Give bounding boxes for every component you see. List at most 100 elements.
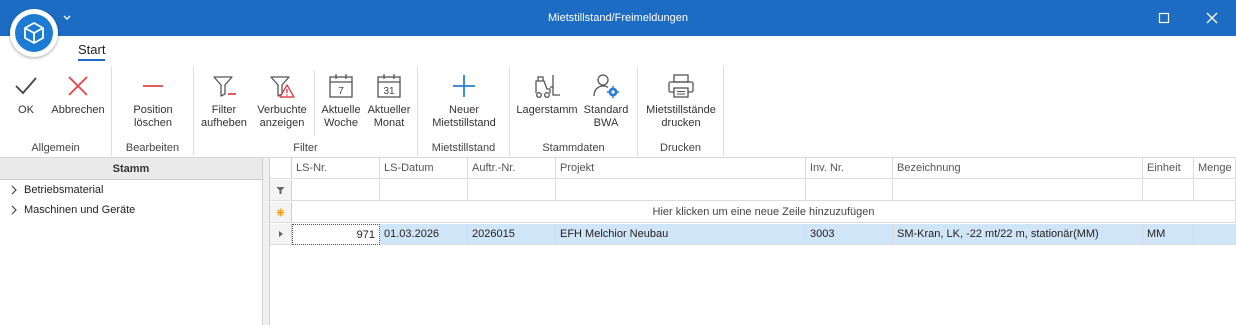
calendar-week-icon: 7 bbox=[329, 74, 353, 98]
cell-menge[interactable] bbox=[1194, 224, 1236, 245]
aktuelle-woche-button[interactable]: 7 Aktuelle Woche bbox=[318, 68, 364, 138]
panel-splitter[interactable] bbox=[263, 158, 270, 325]
cell-ls-nr[interactable]: 971 bbox=[292, 224, 380, 245]
minus-icon bbox=[143, 85, 163, 87]
filter-aufheben-button[interactable]: Filter aufheben bbox=[200, 68, 248, 138]
cell-projekt[interactable]: EFH Melchior Neubau bbox=[556, 224, 806, 245]
aktuelle-woche-label: Aktuelle Woche bbox=[321, 104, 361, 129]
aktueller-monat-button[interactable]: 31 Aktueller Monat bbox=[366, 68, 412, 138]
group-caption-filter: Filter bbox=[293, 142, 318, 154]
forklift-icon bbox=[535, 75, 560, 98]
checkmark-icon bbox=[15, 77, 37, 95]
header-indicator-cell bbox=[270, 158, 292, 179]
column-header-inv-nr[interactable]: Inv. Nr. bbox=[806, 158, 893, 179]
calendar-month-number: 31 bbox=[383, 86, 395, 97]
filter-indicator-cell bbox=[270, 180, 292, 201]
row-pointer-icon bbox=[278, 231, 283, 237]
cancel-x-icon bbox=[68, 76, 88, 96]
close-button[interactable] bbox=[1192, 0, 1232, 36]
data-grid: LS-Nr. LS-Datum Auftr.-Nr. Projekt Inv. … bbox=[270, 158, 1236, 325]
mietstillstaende-drucken-button[interactable]: Mietstillstände drucken bbox=[641, 68, 721, 138]
group-caption-drucken: Drucken bbox=[660, 142, 701, 154]
new-row-indicator-cell bbox=[270, 202, 292, 223]
verbuchte-anzeigen-label: Verbuchte anzeigen bbox=[257, 104, 307, 129]
stamm-panel: Stamm Betriebsmaterial Maschinen und Ger… bbox=[0, 158, 263, 325]
new-row-hint[interactable]: Hier klicken um eine neue Zeile hinzuzuf… bbox=[292, 202, 1236, 223]
funnel-warning-icon bbox=[270, 76, 295, 98]
new-row-star-icon bbox=[276, 208, 285, 216]
group-caption-mietstillstand: Mietstillstand bbox=[431, 142, 496, 154]
standard-bwa-button[interactable]: Standard BWA bbox=[580, 68, 632, 138]
filter-cell-inv-nr[interactable] bbox=[806, 180, 893, 201]
tree-item-label: Betriebsmaterial bbox=[24, 184, 104, 196]
position-loeschen-label: Position löschen bbox=[133, 104, 173, 129]
ok-label: OK bbox=[18, 104, 34, 116]
quick-access-dropdown-icon[interactable] bbox=[62, 14, 72, 22]
ribbon-separator bbox=[314, 70, 315, 136]
mietstillstaende-drucken-label: Mietstillstände drucken bbox=[646, 104, 716, 129]
filter-cell-auftr-nr[interactable] bbox=[468, 180, 556, 201]
lagerstamm-label: Lagerstamm bbox=[516, 104, 578, 116]
calendar-month-icon: 31 bbox=[377, 74, 401, 98]
group-bearbeiten: Position löschen Bearbeiten bbox=[112, 66, 194, 156]
maximize-icon bbox=[1158, 12, 1170, 24]
group-filter: Filter aufheben Verbuchte anzeigen 7 Akt… bbox=[194, 66, 418, 156]
filter-cell-einheit[interactable] bbox=[1143, 180, 1194, 201]
cell-ls-datum[interactable]: 01.03.2026 bbox=[380, 224, 468, 245]
title-bar: Mietstillstand/Freimeldungen bbox=[0, 0, 1236, 36]
column-header-ls-nr[interactable]: LS-Nr. bbox=[292, 158, 380, 179]
column-header-ls-datum[interactable]: LS-Datum bbox=[380, 158, 468, 179]
filter-cell-projekt[interactable] bbox=[556, 180, 806, 201]
cell-inv-nr[interactable]: 3003 bbox=[806, 224, 893, 245]
abbrechen-label: Abbrechen bbox=[51, 104, 105, 116]
neuer-mietstillstand-button[interactable]: Neuer Mietstillstand bbox=[424, 68, 504, 138]
group-stammdaten: Lagerstamm Standard BWA Stammdaten bbox=[510, 66, 638, 156]
table-row[interactable]: 971 01.03.2026 2026015 EFH Melchior Neub… bbox=[270, 224, 1236, 245]
window-title: Mietstillstand/Freimeldungen bbox=[547, 12, 688, 24]
filter-cell-bezeichnung[interactable] bbox=[893, 180, 1143, 201]
maximize-button[interactable] bbox=[1144, 0, 1184, 36]
ribbon: OK Abbrechen Allgemein Position löschen … bbox=[0, 62, 1236, 158]
row-indicator-cell[interactable] bbox=[270, 224, 292, 245]
cell-einheit[interactable]: MM bbox=[1143, 224, 1194, 245]
group-allgemein: OK Abbrechen Allgemein bbox=[0, 66, 112, 156]
column-header-einheit[interactable]: Einheit bbox=[1143, 158, 1194, 179]
grid-new-row[interactable]: Hier klicken um eine neue Zeile hinzuzuf… bbox=[270, 202, 1236, 223]
verbuchte-anzeigen-button[interactable]: Verbuchte anzeigen bbox=[252, 68, 312, 138]
printer-icon bbox=[668, 74, 694, 98]
position-loeschen-button[interactable]: Position löschen bbox=[118, 68, 188, 138]
group-caption-bearbeiten: Bearbeiten bbox=[125, 142, 180, 154]
cube-logo-icon bbox=[24, 22, 44, 44]
application-menu-button[interactable] bbox=[10, 9, 58, 57]
filter-cell-ls-datum[interactable] bbox=[380, 180, 468, 201]
plus-icon bbox=[453, 75, 475, 97]
ok-button[interactable]: OK bbox=[6, 68, 46, 138]
close-icon bbox=[1206, 12, 1218, 24]
filter-cell-ls-nr[interactable] bbox=[292, 180, 380, 201]
lagerstamm-button[interactable]: Lagerstamm bbox=[516, 68, 578, 138]
cell-auftr-nr[interactable]: 2026015 bbox=[468, 224, 556, 245]
grid-filter-row bbox=[270, 180, 1236, 201]
column-header-auftr-nr[interactable]: Auftr.-Nr. bbox=[468, 158, 556, 179]
aktueller-monat-label: Aktueller Monat bbox=[367, 104, 411, 129]
abbrechen-button[interactable]: Abbrechen bbox=[48, 68, 108, 138]
neuer-mietstillstand-label: Neuer Mietstillstand bbox=[432, 104, 496, 129]
column-header-menge[interactable]: Menge bbox=[1194, 158, 1236, 179]
user-settings-icon bbox=[593, 74, 619, 98]
cell-bezeichnung[interactable]: SM-Kran, LK, -22 mt/22 m, stationär(MM) bbox=[893, 224, 1143, 245]
tree-item-label: Maschinen und Geräte bbox=[24, 204, 136, 216]
tab-start[interactable]: Start bbox=[78, 42, 106, 61]
group-caption-stammdaten: Stammdaten bbox=[542, 142, 605, 154]
column-header-projekt[interactable]: Projekt bbox=[556, 158, 806, 179]
filter-aufheben-label: Filter aufheben bbox=[201, 104, 247, 129]
calendar-week-number: 7 bbox=[338, 86, 344, 97]
stamm-header: Stamm bbox=[0, 158, 262, 180]
tree-item-betriebsmaterial[interactable]: Betriebsmaterial bbox=[0, 180, 262, 200]
column-header-bezeichnung[interactable]: Bezeichnung bbox=[893, 158, 1143, 179]
tree-item-maschinen-und-geraete[interactable]: Maschinen und Geräte bbox=[0, 200, 262, 220]
funnel-remove-icon bbox=[213, 76, 236, 97]
grid-header-row: LS-Nr. LS-Datum Auftr.-Nr. Projekt Inv. … bbox=[270, 158, 1236, 179]
filter-cell-menge[interactable] bbox=[1194, 180, 1236, 201]
chevron-right-icon[interactable] bbox=[10, 185, 18, 195]
chevron-right-icon[interactable] bbox=[10, 205, 18, 215]
